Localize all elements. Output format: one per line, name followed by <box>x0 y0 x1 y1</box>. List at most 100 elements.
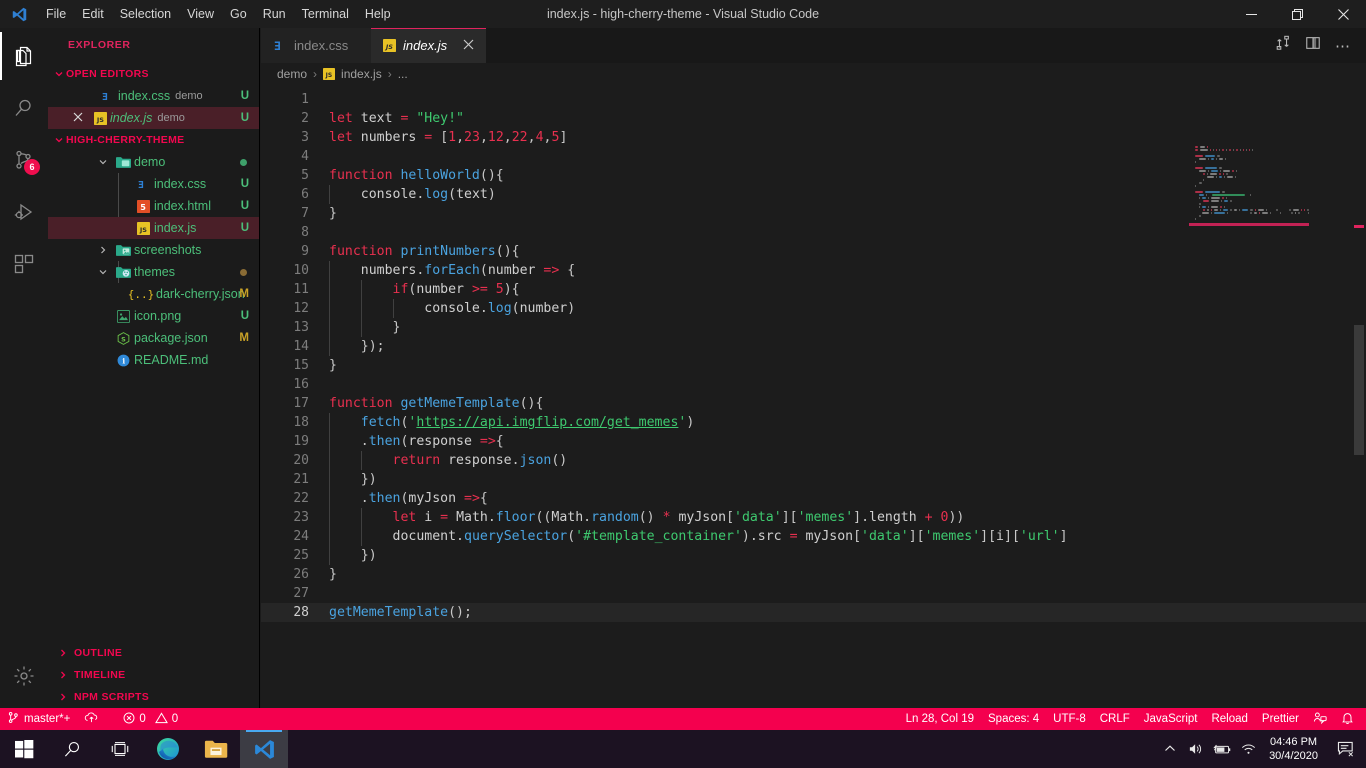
breadcrumb-file[interactable]: index.js <box>341 67 382 81</box>
status-branch[interactable]: master*+ <box>0 708 77 730</box>
minimize-button[interactable] <box>1228 0 1274 28</box>
status-problems[interactable]: 0 0 <box>116 708 185 730</box>
line-number: 25 <box>293 548 309 563</box>
minimap[interactable] <box>1189 142 1309 708</box>
code-token: } <box>329 206 337 221</box>
code-token: => <box>479 434 496 449</box>
code-token[interactable]: https://api.imgflip.com/get_memes <box>416 415 678 430</box>
breadcrumb-folder[interactable]: demo <box>277 67 307 81</box>
action-center-icon[interactable] <box>1326 741 1366 758</box>
menu-help[interactable]: Help <box>357 0 399 28</box>
tree-item-demo[interactable]: demo <box>48 151 259 173</box>
code-token: 'data' <box>861 529 909 544</box>
code-token: floor <box>495 510 536 525</box>
code-token: (( <box>535 510 552 525</box>
tree-item-index-js[interactable]: JS index.js U <box>48 217 259 239</box>
close-icon[interactable] <box>70 111 86 125</box>
status-reload[interactable]: Reload <box>1204 708 1254 730</box>
menu-file[interactable]: File <box>38 0 74 28</box>
menu-go[interactable]: Go <box>222 0 255 28</box>
more-actions-icon[interactable]: ⋯ <box>1335 37 1352 55</box>
status-line-col[interactable]: Ln 28, Col 19 <box>899 708 981 730</box>
line-number: 28 <box>293 605 309 620</box>
code-editor[interactable]: 1 2 let text = "Hey!" 3 let numbers = [1,23,… <box>261 85 1366 708</box>
tree-item-status: M <box>239 332 249 344</box>
open-editor-index-js[interactable]: JS index.js demo U <box>48 107 259 129</box>
line-number: 5 <box>301 168 309 183</box>
tree-item-screenshots[interactable]: screenshots <box>48 239 259 261</box>
tree-item-themes[interactable]: themes <box>48 261 259 283</box>
line-number: 15 <box>293 358 309 373</box>
chevron-down-icon[interactable] <box>96 157 110 167</box>
taskbar-vscode[interactable] <box>240 730 288 768</box>
tree-item-index-css[interactable]: Ǝ index.css U <box>48 173 259 195</box>
menu-view[interactable]: View <box>179 0 222 28</box>
battery-icon[interactable] <box>1209 742 1235 756</box>
tab-index-css[interactable]: Ǝ index.css <box>261 28 371 63</box>
status-language-mode[interactable]: JavaScript <box>1137 708 1205 730</box>
split-editor-icon[interactable] <box>1305 35 1321 56</box>
code-token: ][ <box>980 529 997 544</box>
activitybar-source-control[interactable]: 6 <box>0 136 48 184</box>
status-sync[interactable] <box>77 708 106 730</box>
section-timeline[interactable]: TIMELINE <box>48 664 259 686</box>
activitybar-run-debug[interactable] <box>0 188 48 236</box>
start-button[interactable] <box>0 730 48 768</box>
menu-edit[interactable]: Edit <box>74 0 112 28</box>
section-outline[interactable]: OUTLINE <box>48 642 259 664</box>
activitybar-extensions[interactable] <box>0 240 48 288</box>
json-icon: {..} <box>127 287 155 301</box>
editor-scrollbar[interactable] <box>1354 325 1364 455</box>
taskbar-clock[interactable]: 04:46 PM 30/4/2020 <box>1261 730 1326 768</box>
status-encoding[interactable]: UTF-8 <box>1046 708 1093 730</box>
close-button[interactable] <box>1320 0 1366 28</box>
status-prettier[interactable]: Prettier <box>1255 708 1306 730</box>
tree-item-package-json[interactable]: S package.json M <box>48 327 259 349</box>
tree-item-readme-md[interactable]: i README.md <box>48 349 259 371</box>
compare-changes-icon[interactable] <box>1275 35 1291 56</box>
tree-item-index-html[interactable]: 5 index.html U <box>48 195 259 217</box>
indent-guide <box>329 413 330 432</box>
tree-item-dark-cherry-json[interactable]: {..} dark-cherry.json M <box>48 283 259 305</box>
taskbar-edge[interactable] <box>144 730 192 768</box>
code-token: function <box>329 244 393 259</box>
maximize-button[interactable] <box>1274 0 1320 28</box>
chevron-right-icon <box>56 648 70 658</box>
section-project[interactable]: HIGH-CHERRY-THEME <box>48 129 259 151</box>
close-icon[interactable] <box>463 38 474 53</box>
activitybar-search[interactable] <box>0 84 48 132</box>
section-npm-scripts[interactable]: NPM SCRIPTS <box>48 686 259 708</box>
taskbar-file-explorer[interactable] <box>192 730 240 768</box>
tree-item-icon-png[interactable]: icon.png U <box>48 305 259 327</box>
status-indentation[interactable]: Spaces: 4 <box>981 708 1046 730</box>
css-icon: Ǝ <box>98 90 116 103</box>
code-line[interactable]: 1 <box>261 90 1366 109</box>
taskbar-search[interactable] <box>48 730 96 768</box>
code-token: then <box>368 491 401 506</box>
chevron-down-icon[interactable] <box>96 267 110 277</box>
code-line[interactable]: 2 let text = "Hey!" <box>261 109 1366 128</box>
status-notifications[interactable] <box>1334 708 1366 730</box>
status-live-share[interactable] <box>1306 708 1334 730</box>
section-open-editors[interactable]: OPEN EDITORS <box>48 63 259 85</box>
volume-icon[interactable] <box>1183 742 1209 756</box>
show-hidden-icons-icon[interactable] <box>1157 743 1183 755</box>
menu-terminal[interactable]: Terminal <box>294 0 357 28</box>
open-editor-index-css[interactable]: Ǝ index.css demo U <box>48 85 259 107</box>
breadcrumb-more[interactable]: ... <box>398 67 408 81</box>
tab-index-js[interactable]: JS index.js <box>371 28 487 63</box>
code-token: ][ <box>1004 529 1020 544</box>
status-eol[interactable]: CRLF <box>1093 708 1137 730</box>
indent-guide <box>329 546 330 565</box>
svg-text:Ǝ: Ǝ <box>274 39 281 53</box>
activitybar-explorer[interactable] <box>0 32 48 80</box>
task-view-button[interactable] <box>96 730 144 768</box>
open-editor-status: U <box>240 112 249 124</box>
activitybar-settings[interactable] <box>0 652 48 700</box>
menu-selection[interactable]: Selection <box>112 0 179 28</box>
wifi-icon[interactable] <box>1235 742 1261 756</box>
menu-run[interactable]: Run <box>255 0 294 28</box>
code-token: text <box>456 187 488 202</box>
code-token: number <box>519 301 568 316</box>
chevron-right-icon[interactable] <box>96 245 110 255</box>
